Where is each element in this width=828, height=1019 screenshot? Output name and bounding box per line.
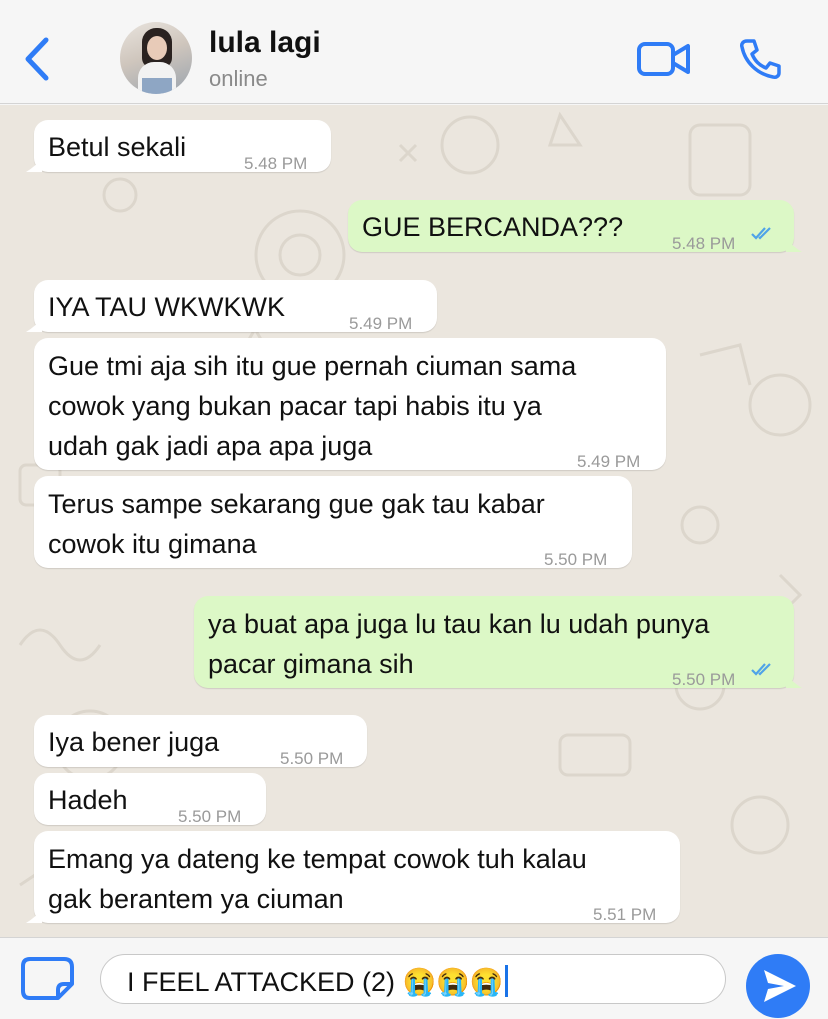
message-time: 5.48 PM [244,154,308,173]
sticker-icon [21,957,74,1000]
send-arrow-icon [764,970,796,1002]
message-text: Emang ya dateng ke tempat cowok tuh kala… [48,839,587,919]
message-line: Emang ya dateng ke tempat cowok tuh kala… [48,844,587,874]
send-button[interactable] [746,954,810,1018]
message-line: udah gak jadi apa apa juga [48,431,373,461]
message-text: Gue tmi aja sih itu gue pernah ciuman sa… [48,346,576,466]
message-incoming[interactable]: Hadeh 5.50 PM [34,773,266,826]
sticker-button[interactable] [20,956,78,1002]
text-caret [505,965,509,997]
message-incoming[interactable]: Emang ya dateng ke tempat cowok tuh kala… [26,831,680,924]
message-composer: I FEEL ATTACKED (2) 😭😭😭 [0,937,828,1019]
message-outgoing[interactable]: ya buat apa juga lu tau kan lu udah puny… [194,596,802,689]
double-check-read-icon [751,227,771,240]
message-line: Gue tmi aja sih itu gue pernah ciuman sa… [48,351,577,381]
phone-icon [740,39,781,79]
video-call-button[interactable] [636,40,692,78]
message-line: pacar gimana sih [208,649,414,679]
chevron-left-icon [25,37,49,81]
message-time: 5.50 PM [672,670,736,689]
contact-status: online [209,66,268,91]
contact-avatar[interactable] [120,22,192,94]
message-line: cowok itu gimana [48,529,257,559]
message-text: GUE BERCANDA??? [362,212,624,242]
message-outgoing[interactable]: GUE BERCANDA??? 5.48 PM [348,200,802,253]
message-text: Terus sampe sekarang gue gak tau kabar c… [48,484,545,564]
message-line: Terus sampe sekarang gue gak tau kabar [48,489,545,519]
video-camera-icon [637,42,690,76]
message-time: 5.48 PM [672,234,736,253]
message-line: ya buat apa juga lu tau kan lu udah puny… [208,609,710,639]
message-input-value: I FEEL ATTACKED (2) 😭😭😭 [127,965,509,998]
message-input[interactable]: I FEEL ATTACKED (2) 😭😭😭 [100,954,726,1004]
voice-call-button[interactable] [738,38,782,80]
message-incoming[interactable]: IYA TAU WKWKWK 5.49 PM [26,280,437,333]
message-time: 5.50 PM [544,550,608,569]
contact-name[interactable]: lula lagi [209,26,321,60]
chat-header: lula lagi online [0,0,828,104]
message-incoming[interactable]: Iya bener juga 5.50 PM [34,715,367,768]
message-time: 5.50 PM [280,749,344,768]
message-line: gak berantem ya ciuman [48,884,344,914]
message-text: Hadeh [48,785,128,815]
message-incoming[interactable]: Betul sekali 5.48 PM [26,120,331,173]
message-time: 5.51 PM [593,905,657,924]
message-text: ya buat apa juga lu tau kan lu udah puny… [208,604,709,684]
message-line: cowok yang bukan pacar tapi habis itu ya [48,391,542,421]
back-button[interactable] [20,36,60,82]
message-incoming[interactable]: Gue tmi aja sih itu gue pernah ciuman sa… [34,338,666,471]
message-list[interactable]: Betul sekali 5.48 PM GUE BERCANDA??? 5.4… [0,105,828,937]
message-text: IYA TAU WKWKWK [48,292,286,322]
message-incoming[interactable]: Terus sampe sekarang gue gak tau kabar c… [34,476,632,569]
message-text: Iya bener juga [48,727,220,757]
double-check-read-icon [751,663,771,676]
message-text: Betul sekali [48,132,187,162]
